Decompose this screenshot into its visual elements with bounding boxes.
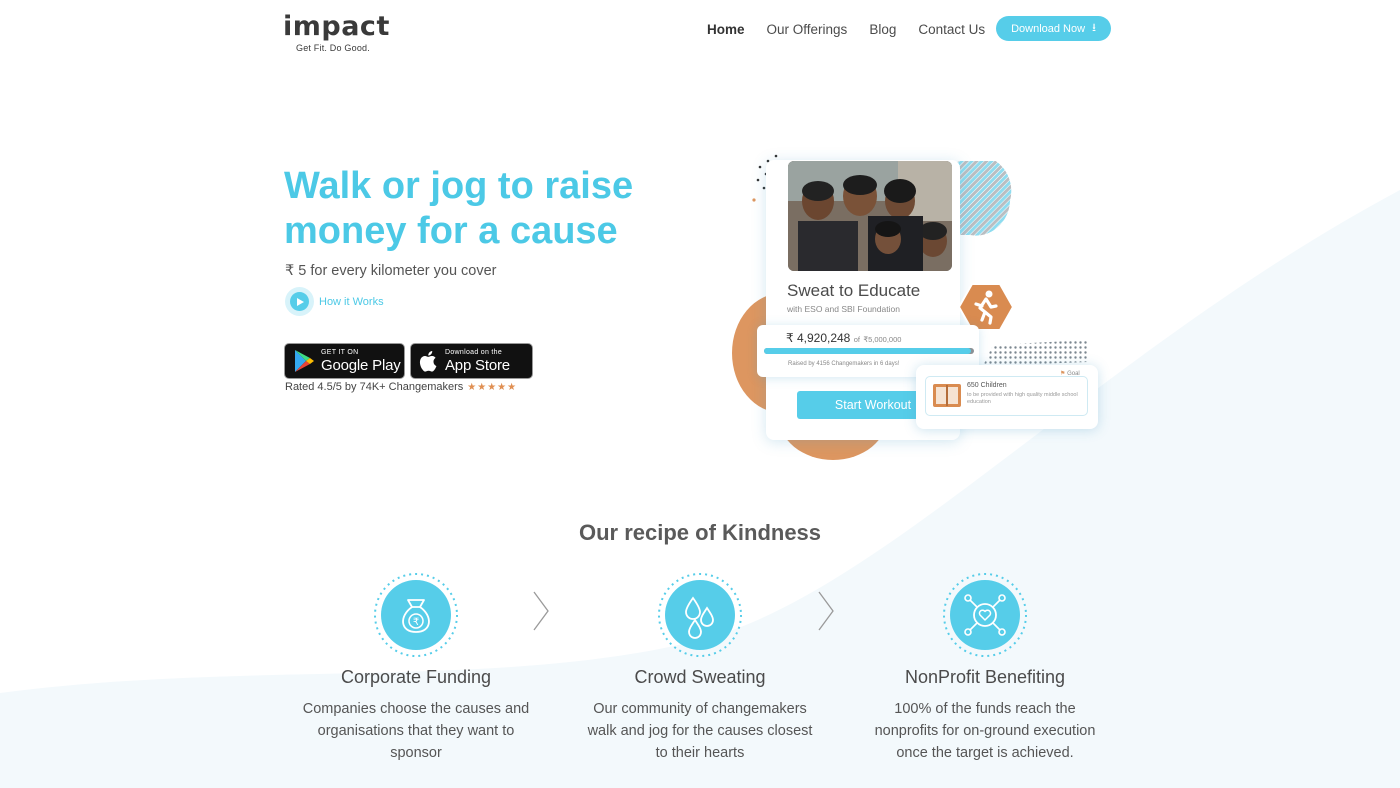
money-bag-icon: ₹ <box>374 573 458 657</box>
svg-text:₹: ₹ <box>413 617 419 628</box>
nav-item-blog[interactable]: Blog <box>869 22 896 37</box>
how-it-works-link[interactable]: How it Works <box>285 287 384 316</box>
google-play-badge[interactable]: GET IT ON Google Play <box>284 343 405 379</box>
funds-raised-amount: ₹ 4,920,248 of ₹5,000,000 <box>786 331 901 345</box>
campaign-subtitle: with ESO and SBI Foundation <box>787 304 900 314</box>
goal-card: ⚑ Goal 650 Children to be provided with … <box>916 365 1098 429</box>
hero-subtitle: ₹ 5 for every kilometer you cover <box>285 263 497 279</box>
recipe-step-corporate-funding: ₹ Corporate Funding Companies choose the… <box>291 572 541 764</box>
nav-item-our-offerings[interactable]: Our Offerings <box>767 22 848 37</box>
google-play-icon <box>295 350 314 372</box>
nav-item-home[interactable]: Home <box>707 22 745 37</box>
rating-line: Rated 4.5/5 by 74K+ Changemakers ★★★★★ <box>285 381 517 393</box>
nav-item-contact-us[interactable]: Contact Us <box>918 22 985 37</box>
goal-badge-label: Goal <box>1067 371 1080 377</box>
flag-icon: ⚑ <box>1060 371 1066 377</box>
site-header: impact Get Fit. Do Good. Home Our Offeri… <box>0 0 1400 70</box>
brand-logo[interactable]: impact Get Fit. Do Good. <box>283 11 390 54</box>
heart-network-icon <box>943 573 1027 657</box>
step-description: 100% of the funds reach the nonprofits f… <box>874 701 1096 761</box>
section-title: Our recipe of Kindness <box>578 520 822 545</box>
goal-value: ₹5,000,000 <box>863 335 902 344</box>
download-now-button[interactable]: Download Now ⭳ <box>996 16 1111 41</box>
funding-progress-bar <box>764 348 974 354</box>
download-arrow-icon: ⭳ <box>1092 22 1096 34</box>
brand-tagline: Get Fit. Do Good. <box>296 43 370 53</box>
google-play-small-text: GET IT ON <box>321 348 359 356</box>
app-store-badge[interactable]: Download on the App Store <box>410 343 533 379</box>
brand-name: impact <box>283 11 390 42</box>
campaign-illustration: Sweat to Educate with ESO and SBI Founda… <box>720 145 1110 475</box>
google-play-big-text: Google Play <box>321 356 401 374</box>
rating-stars-icon: ★★★★★ <box>467 381 518 393</box>
download-now-label: Download Now <box>1011 22 1086 35</box>
goal-badge: ⚑ Goal <box>1060 370 1080 377</box>
apple-icon <box>419 351 437 372</box>
raised-value: ₹ 4,920,248 <box>786 331 851 345</box>
how-it-works-label: How it Works <box>319 295 384 308</box>
raised-by-text: Raised by 4156 Changemakers in 6 days! <box>788 361 900 367</box>
step-title: Corporate Funding <box>340 667 492 687</box>
play-icon <box>285 287 314 316</box>
book-icon <box>933 384 961 407</box>
campaign-photo <box>788 161 952 271</box>
step-description: Our community of changemakers walk and j… <box>587 701 813 761</box>
hero-title: Walk or jog to raise money for a cause <box>284 165 634 252</box>
recipe-step-crowd-sweating: Crowd Sweating Our community of changema… <box>575 572 825 764</box>
goal-box: ⚑ Goal 650 Children to be provided with … <box>925 371 1088 416</box>
rating-text: Rated 4.5/5 by 74K+ Changemakers <box>285 381 464 393</box>
app-store-big-text: App Store <box>445 356 510 374</box>
recipe-step-nonprofit-benefiting: NonProfit Benefiting 100% of the funds r… <box>860 572 1110 764</box>
chevron-right-icon <box>533 591 549 631</box>
step-title: NonProfit Benefiting <box>904 667 1066 687</box>
funding-progress-fill <box>764 348 971 354</box>
sweat-drops-icon <box>658 573 742 657</box>
goal-prefix: of <box>853 335 860 344</box>
main-nav: Home Our Offerings Blog Contact Us <box>707 15 1007 43</box>
step-title: Crowd Sweating <box>634 667 766 687</box>
chevron-right-icon <box>818 591 834 631</box>
goal-title: 650 Children <box>967 382 1007 389</box>
app-store-small-text: Download on the <box>445 348 503 356</box>
goal-description: to be provided with high quality middle … <box>967 392 1078 405</box>
campaign-title: Sweat to Educate <box>787 281 921 300</box>
step-description: Companies choose the causes and organisa… <box>302 701 530 761</box>
